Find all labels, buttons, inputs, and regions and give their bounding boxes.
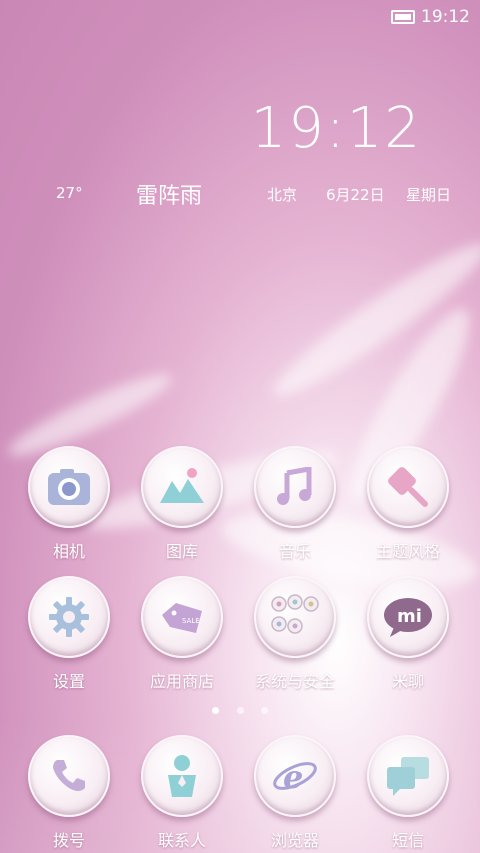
- app-label: 设置: [52, 672, 85, 691]
- app-store-tag-icon: SALE: [162, 603, 202, 633]
- dock-browser[interactable]: e 浏览器: [245, 735, 345, 851]
- weather-condition: 雷阵雨: [136, 184, 203, 209]
- app-camera[interactable]: 相机: [19, 446, 119, 562]
- battery-full-icon: [391, 10, 415, 24]
- page-dot[interactable]: [236, 707, 244, 714]
- messages-icon-button: [367, 735, 449, 817]
- svg-text:e: e: [283, 758, 303, 796]
- phone-icon: [53, 760, 85, 791]
- contacts-icon-button: [141, 735, 223, 817]
- app-label: 相机: [52, 542, 85, 561]
- widget-clock[interactable]: 19:12: [251, 96, 422, 161]
- app-music[interactable]: 音乐: [245, 446, 345, 562]
- weekday: 星期日: [406, 186, 452, 204]
- system-security-icon: [271, 594, 319, 634]
- app-gallery[interactable]: 图库: [132, 446, 232, 562]
- app-theme[interactable]: 主题风格: [358, 446, 458, 562]
- svg-text:SALE: SALE: [182, 617, 200, 625]
- music-icon-button: [254, 446, 336, 528]
- date: 6月22日: [326, 186, 385, 204]
- dock-contacts[interactable]: 联系人: [132, 735, 232, 851]
- messages-icon: [387, 757, 429, 796]
- dock-messages[interactable]: 短信: [358, 735, 458, 851]
- page-dot[interactable]: [212, 707, 220, 714]
- status-bar: 19:12: [391, 6, 470, 28]
- app-label: 浏览器: [270, 831, 319, 850]
- gallery-icon-button: [141, 446, 223, 528]
- app-label: 主题风格: [375, 542, 440, 561]
- temperature: 27°: [56, 184, 83, 202]
- page-dot[interactable]: [260, 707, 268, 714]
- weather-widget[interactable]: 27° 雷阵雨 北京 6月22日 星期日: [0, 176, 480, 212]
- system-security-icon-button: [254, 576, 336, 658]
- theme-brush-icon: [388, 467, 428, 507]
- browser-icon-button: e: [254, 735, 336, 817]
- gallery-icon: [160, 468, 204, 503]
- app-system-security[interactable]: 系统与安全: [245, 576, 345, 692]
- app-settings[interactable]: 设置: [19, 576, 119, 692]
- dock-phone[interactable]: 拨号: [19, 735, 119, 851]
- page-indicator[interactable]: [0, 699, 480, 718]
- mi-talk-icon: mi: [384, 598, 432, 637]
- app-label: 联系人: [157, 831, 206, 850]
- settings-icon-button: [28, 576, 110, 658]
- camera-icon-button: [28, 446, 110, 528]
- status-time: 19:12: [421, 7, 470, 27]
- app-label: 应用商店: [149, 672, 214, 691]
- gear-icon: [49, 597, 89, 637]
- app-label: 米聊: [391, 672, 424, 691]
- city: 北京: [267, 186, 298, 204]
- contacts-icon: [168, 755, 196, 797]
- app-label: 短信: [391, 831, 424, 850]
- app-label: 拨号: [52, 831, 85, 850]
- camera-icon: [48, 469, 90, 505]
- app-label: 音乐: [278, 542, 311, 561]
- app-store[interactable]: SALE 应用商店: [132, 576, 232, 692]
- browser-icon: e: [273, 758, 317, 796]
- app-store-icon-button: SALE: [141, 576, 223, 658]
- app-label: 系统与安全: [254, 672, 335, 691]
- music-icon: [277, 467, 312, 505]
- mi-talk-icon-button: mi: [367, 576, 449, 658]
- app-mitalk[interactable]: mi 米聊: [358, 576, 458, 692]
- app-label: 图库: [165, 542, 198, 561]
- theme-icon-button: [367, 446, 449, 528]
- svg-text:mi: mi: [397, 606, 422, 627]
- phone-icon-button: [28, 735, 110, 817]
